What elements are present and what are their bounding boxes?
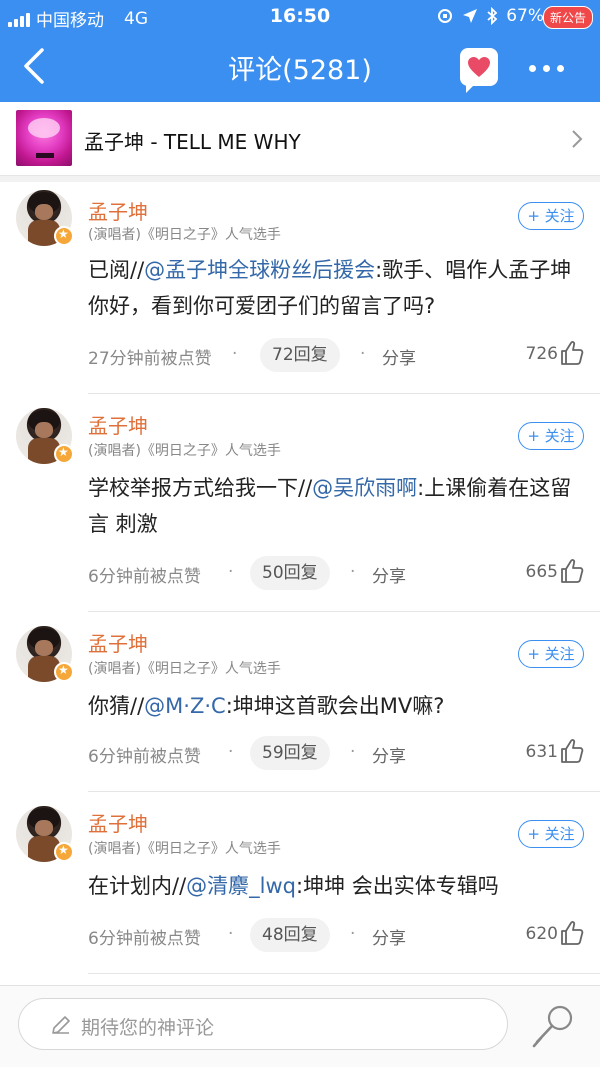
comment-input[interactable]: 期待您的神评论 — [18, 998, 508, 1050]
battery-label: 67% — [506, 6, 544, 26]
comment-item: 孟子坤 (演唱者)《明日之子》人气选手 + 关注 已阅//@孟子坤全球粉丝后援会… — [0, 182, 600, 394]
comment-meta: 6分钟前被点赞 · 59回复 · 分享 631 — [88, 736, 584, 770]
comment-text: 在计划内//@清麖_lwq:坤坤 会出实体专辑吗 — [88, 868, 586, 904]
comment-body: :坤坤这首歌会出MV嘛? — [225, 694, 445, 718]
like-count: 665 — [525, 562, 558, 582]
separator-dot: · — [350, 924, 356, 944]
commenter-role: (演唱者)《明日之子》人气选手 — [88, 227, 281, 243]
separator-dot: · — [228, 742, 234, 762]
comment-prefix: 你猜// — [88, 694, 145, 718]
mention-link[interactable]: @孟子坤全球粉丝后援会 — [144, 258, 375, 282]
separator-dot: · — [350, 742, 356, 762]
mention-link[interactable]: @M·Z·C — [144, 694, 226, 718]
comment-item: 孟子坤 (演唱者)《明日之子》人气选手 + 关注 你猜//@M·Z·C:坤坤这首… — [0, 612, 600, 792]
announcement-badge[interactable]: 新公告 — [543, 6, 594, 29]
like-time: 27分钟前被点赞 — [88, 349, 212, 369]
comment-prefix: 学校举报方式给我一下// — [88, 476, 313, 500]
like-time: 6分钟前被点赞 — [88, 929, 201, 949]
reply-button[interactable]: 48回复 — [250, 918, 330, 952]
follow-button[interactable]: + 关注 — [518, 820, 584, 848]
like-count: 631 — [525, 742, 558, 762]
commenter-name[interactable]: 孟子坤 — [88, 808, 148, 837]
like-song-button[interactable] — [460, 48, 498, 93]
thumbs-up-icon[interactable] — [560, 738, 584, 764]
more-dot-icon — [542, 64, 550, 72]
verified-star-icon — [54, 662, 74, 682]
more-dot-icon — [556, 64, 564, 72]
commenter-name[interactable]: 孟子坤 — [88, 628, 148, 657]
comment-text: 已阅//@孟子坤全球粉丝后援会:歌手、唱作人孟子坤你好，看到你可爱团子们的留言了… — [88, 252, 586, 324]
reply-button[interactable]: 72回复 — [260, 338, 340, 372]
pencil-icon — [52, 1016, 70, 1034]
thumbs-up-icon[interactable] — [560, 340, 584, 366]
page-title: 评论(5281) — [228, 55, 372, 86]
orientation-lock-icon — [438, 9, 453, 23]
more-dot-icon — [528, 64, 536, 72]
top-bar: 中国移动 4G 16:50 67% 评论(5281) 新公告 — [0, 0, 600, 102]
status-bar: 中国移动 4G 16:50 67% — [0, 0, 600, 34]
reply-button[interactable]: 59回复 — [250, 736, 330, 770]
nav-bar: 评论(5281) — [0, 34, 600, 102]
album-cover — [16, 110, 72, 166]
commenter-name[interactable]: 孟子坤 — [88, 410, 148, 439]
microphone-icon[interactable] — [528, 1002, 578, 1052]
comment-prefix: 已阅// — [88, 258, 145, 282]
comment-meta: 6分钟前被点赞 · 50回复 · 分享 665 — [88, 556, 584, 590]
comment-meta: 6分钟前被点赞 · 48回复 · 分享 620 — [88, 918, 584, 952]
song-row[interactable]: 孟子坤 - TELL ME WHY — [0, 102, 600, 176]
heart-icon — [468, 57, 490, 77]
share-button[interactable]: 分享 — [372, 924, 406, 949]
mention-link[interactable]: @吴欣雨啊 — [312, 476, 417, 500]
verified-star-icon — [54, 842, 74, 862]
commenter-name[interactable]: 孟子坤 — [88, 196, 148, 225]
like-time: 6分钟前被点赞 — [88, 747, 201, 767]
reply-button[interactable]: 50回复 — [250, 556, 330, 590]
verified-star-icon — [54, 444, 74, 464]
separator-dot: · — [228, 562, 234, 582]
comment-text: 学校举报方式给我一下//@吴欣雨啊:上课偷着在这留言 刺激 — [88, 470, 586, 542]
follow-button[interactable]: + 关注 — [518, 640, 584, 668]
thumbs-up-icon[interactable] — [560, 920, 584, 946]
share-button[interactable]: 分享 — [382, 344, 416, 369]
commenter-role: (演唱者)《明日之子》人气选手 — [88, 443, 281, 459]
comment-item: 孟子坤 (演唱者)《明日之子》人气选手 + 关注 学校举报方式给我一下//@吴欣… — [0, 394, 600, 612]
follow-button[interactable]: + 关注 — [518, 202, 584, 230]
follow-button[interactable]: + 关注 — [518, 422, 584, 450]
commenter-role: (演唱者)《明日之子》人气选手 — [88, 661, 281, 677]
more-button[interactable] — [524, 56, 568, 80]
thumbs-up-icon[interactable] — [560, 558, 584, 584]
verified-star-icon — [54, 226, 74, 246]
share-button[interactable]: 分享 — [372, 742, 406, 767]
mention-link[interactable]: @清麖_lwq — [186, 874, 296, 898]
bluetooth-icon — [487, 7, 498, 25]
like-count: 620 — [525, 924, 558, 944]
comment-body: :坤坤 会出实体专辑吗 — [296, 874, 499, 898]
location-icon — [463, 9, 478, 23]
separator-dot: · — [360, 344, 366, 364]
comment-prefix: 在计划内// — [88, 874, 187, 898]
comment-input-placeholder: 期待您的神评论 — [81, 1017, 215, 1039]
comment-divider — [88, 973, 600, 974]
comment-item: 孟子坤 (演唱者)《明日之子》人气选手 + 关注 在计划内//@清麖_lwq:坤… — [0, 792, 600, 974]
like-count: 726 — [525, 344, 558, 364]
share-button[interactable]: 分享 — [372, 562, 406, 587]
comment-input-bar: 期待您的神评论 — [0, 985, 600, 1067]
commenter-role: (演唱者)《明日之子》人气选手 — [88, 841, 281, 857]
separator-dot: · — [350, 562, 356, 582]
separator-dot: · — [232, 344, 238, 364]
separator-dot: · — [228, 924, 234, 944]
song-title: 孟子坤 - TELL ME WHY — [84, 130, 301, 154]
comment-meta: 27分钟前被点赞 · 72回复 · 分享 726 — [88, 338, 584, 372]
chevron-right-icon — [572, 130, 583, 148]
comment-text: 你猜//@M·Z·C:坤坤这首歌会出MV嘛? — [88, 688, 586, 724]
like-time: 6分钟前被点赞 — [88, 567, 201, 587]
